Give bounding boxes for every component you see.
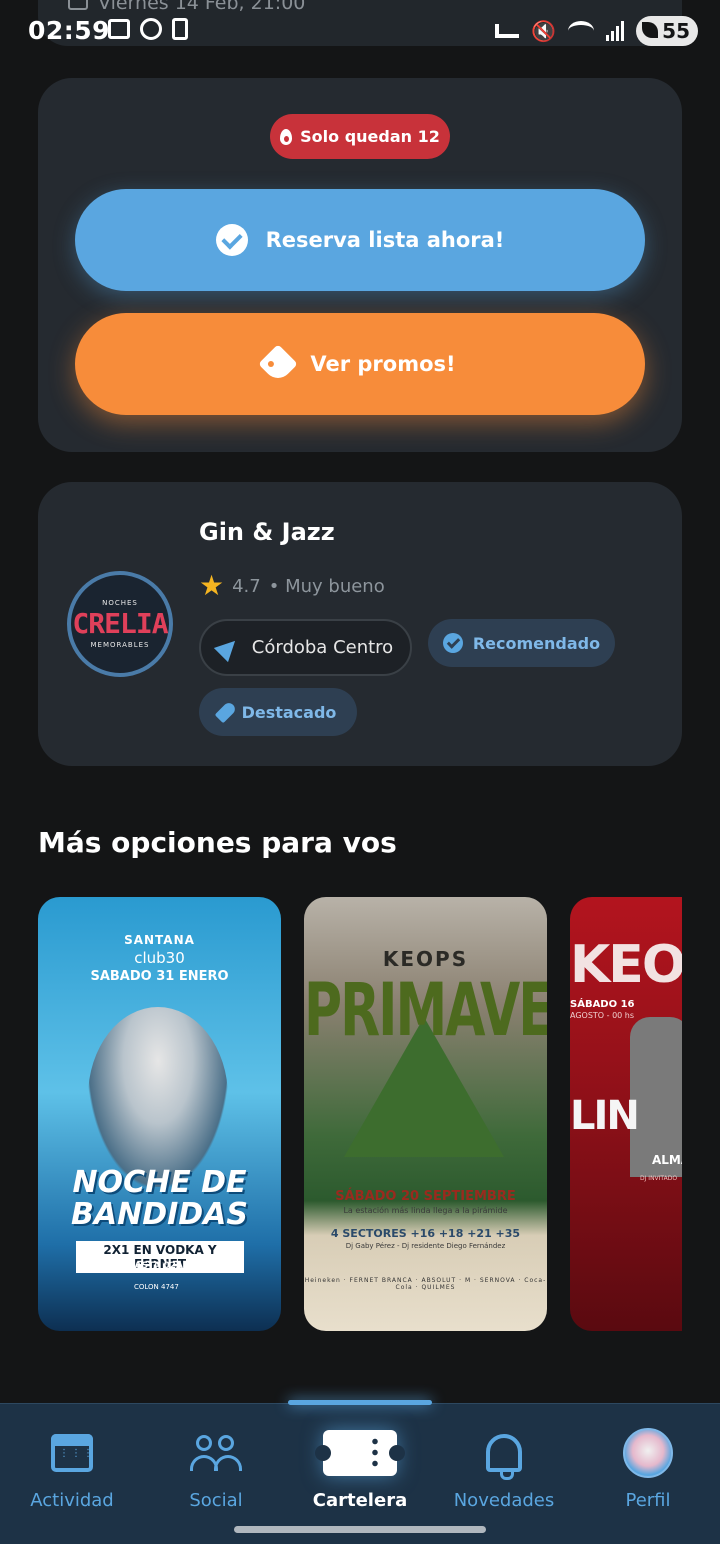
nav-tab-label: Perfil (625, 1490, 671, 1511)
notification-icons (108, 18, 188, 40)
logo-top-text: NOCHES (102, 599, 138, 607)
poster-sponsors: Heineken · FERNET BRANCA · ABSOLUT · M ·… (304, 1277, 547, 1291)
calendar-icon (68, 0, 88, 10)
venue-logo[interactable]: NOCHES CRELIA MEMORABLES (67, 571, 173, 677)
ticket-icon (315, 1430, 405, 1476)
stock-badge: Solo quedan 12 (270, 114, 450, 159)
rating-text: • Muy bueno (268, 575, 385, 597)
event-date-text: Viernes 14 Feb, 21:00 (98, 0, 306, 14)
recommended-label: Recomendado (472, 633, 601, 653)
logo-bottom-text: MEMORABLES (90, 641, 150, 649)
poster-brand: SANTANA (124, 933, 195, 947)
nav-tab-social[interactable]: Social (144, 1420, 288, 1520)
rocket-icon (214, 700, 237, 724)
nav-tab-label: Social (189, 1490, 243, 1511)
screenshot-icon (108, 19, 130, 39)
tag-icon (258, 344, 299, 384)
system-icons: 🔇 55 (495, 16, 698, 46)
wifi-icon (568, 21, 595, 41)
featured-badge: Destacado (199, 688, 357, 736)
location-label: Córdoba Centro (251, 637, 394, 658)
bed-icon (495, 24, 520, 38)
rating-value: 4.7 (232, 575, 261, 597)
venue-name[interactable]: Gin & Jazz (199, 518, 335, 546)
poster-address: COLON 4747 (134, 1283, 179, 1291)
featured-label: Destacado (241, 702, 337, 722)
event-poster-bandidas[interactable]: SANTANA club30 SABADO 31 ENERO NOCHE DE … (38, 897, 281, 1331)
poster-guests: DJ INVITADO (640, 1175, 678, 1182)
reserve-button-label: Reserva lista ahora! (265, 228, 505, 252)
venue-rating: ★ 4.7 • Muy bueno (199, 572, 385, 600)
nav-tab-cartelera[interactable]: Cartelera (288, 1420, 432, 1520)
poster-sectors: 4 SECTORES +16 +18 +21 +35 (330, 1227, 521, 1240)
promos-button[interactable]: Ver promos! (75, 313, 645, 415)
poster-subtitle: La estación más linda llega a la pirámid… (343, 1206, 508, 1215)
status-bar: Viernes 14 Feb, 21:00 02:59 🔇 55 (0, 0, 720, 66)
nav-tab-perfil[interactable]: Perfil (576, 1420, 720, 1520)
signal-icon (606, 21, 625, 41)
location-arrow-icon (213, 633, 242, 662)
bell-icon (486, 1434, 522, 1480)
whatsapp-icon (140, 18, 162, 40)
stock-badge-label: Solo quedan 12 (300, 127, 440, 146)
recommended-badge: Recomendado (428, 619, 615, 667)
poster-date: SABADO 31 ENERO (90, 969, 229, 984)
battery-level: 55 (662, 19, 690, 43)
people-icon (190, 1433, 242, 1473)
poster-hours: HASTA 02AM (127, 1261, 192, 1271)
poster-title: PRIMAVERA (304, 969, 547, 1053)
nav-tab-label: Cartelera (312, 1490, 408, 1511)
leaf-icon (642, 22, 659, 38)
poster-date: SÁBADO 16 (570, 999, 635, 1010)
flame-icon (280, 128, 293, 145)
sim-icon (172, 18, 188, 40)
poster-figure-image (88, 1007, 228, 1187)
poster-title: LIN (570, 1093, 640, 1139)
calendar-icon (51, 1434, 95, 1472)
poster-title: NOCHE DE BANDIDAS (71, 1165, 248, 1232)
logo-main-text: CRELIA (72, 607, 168, 640)
location-chip[interactable]: Córdoba Centro (199, 619, 412, 676)
clock: 02:59 (28, 16, 111, 45)
home-gesture-bar[interactable] (234, 1526, 486, 1533)
event-poster-carousel[interactable]: SANTANA club30 SABADO 31 ENERO NOCHE DE … (38, 897, 682, 1331)
poster-brand: KEO (570, 935, 682, 995)
poster-subtitle: ALMA (652, 1153, 682, 1167)
nav-tab-label: Actividad (30, 1490, 114, 1511)
nav-tab-novedades[interactable]: Novedades (432, 1420, 576, 1520)
reserve-button[interactable]: Reserva lista ahora! (75, 189, 645, 291)
poster-time: AGOSTO - 00 hs (570, 1011, 635, 1020)
promos-button-label: Ver promos! (310, 352, 456, 376)
battery-icon: 55 (636, 16, 698, 46)
poster-date: SÁBADO 20 SEPTIEMBRE (335, 1189, 516, 1204)
event-poster-primavera[interactable]: KEOPS PRIMAVERA SÁBADO 20 SEPTIEMBRE La … (304, 897, 547, 1331)
nav-tab-actividad[interactable]: Actividad (0, 1420, 144, 1520)
poster-brand: KEOPS (382, 947, 469, 971)
star-icon: ★ (199, 569, 225, 602)
poster-club: club30 (134, 949, 185, 967)
verified-icon (442, 633, 463, 653)
avatar-icon (623, 1428, 673, 1478)
event-poster-keops[interactable]: KEO SÁBADO 16 AGOSTO - 00 hs LIN ALMA DJ… (570, 897, 682, 1331)
active-tab-indicator (288, 1400, 432, 1405)
nav-tab-label: Novedades (453, 1490, 555, 1511)
check-circle-icon (215, 224, 248, 256)
poster-djs: Dj Gaby Pérez - Dj residente Diego Ferná… (345, 1242, 506, 1250)
mute-icon: 🔇 (531, 19, 557, 43)
more-options-title: Más opciones para vos (38, 826, 397, 859)
